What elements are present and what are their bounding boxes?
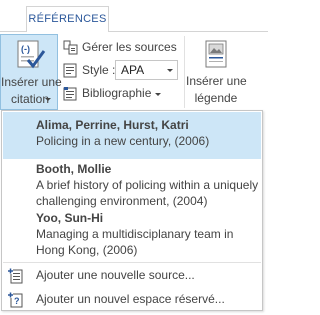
- ribbon-group-separator: [184, 36, 185, 108]
- add-placeholder-label: Ajouter un nouvel espace réservé...: [36, 292, 225, 306]
- citation-author: Yoo, Sun-Hi: [36, 211, 104, 225]
- citation-item[interactable]: Booth, Mollie A brief history of policin…: [3, 159, 261, 210]
- manage-sources-label: Gérer les sources: [82, 40, 177, 54]
- insert-citation-label-line1: Insérer une: [1, 75, 62, 89]
- bibliography-icon: [63, 87, 77, 101]
- insert-caption-icon: [205, 40, 227, 68]
- style-row: Style : APA: [63, 60, 181, 81]
- citation-title: Managing a multidisciplanary team in Hon…: [36, 227, 234, 257]
- citation-title: Policing in a new century, (2006): [36, 134, 210, 148]
- insert-citation-icon: (-): [17, 40, 46, 69]
- add-placeholder-icon: ?: [8, 292, 23, 308]
- svg-text:(-): (-): [21, 44, 30, 54]
- insert-citation-button[interactable]: (-) Insérer une citation: [0, 34, 62, 110]
- tab-references[interactable]: RÉFÉRENCES: [26, 6, 109, 32]
- add-source-label: Ajouter une nouvelle source...: [36, 268, 195, 282]
- style-icon: [63, 63, 77, 78]
- insert-caption-button[interactable]: Insérer une légende: [186, 34, 247, 110]
- ribbon-tabstrip: RÉFÉRENCES: [0, 0, 268, 32]
- citation-author: Alima, Perrine, Hurst, Katri: [36, 118, 189, 132]
- chevron-down-icon: [45, 98, 51, 101]
- add-placeholder-menu-item[interactable]: ? Ajouter un nouvel espace réservé...: [3, 289, 261, 311]
- citation-dropdown: Alima, Perrine, Hurst, Katri Policing in…: [1, 110, 263, 311]
- bibliography-label: Bibliographie: [82, 86, 152, 100]
- manage-sources-button[interactable]: Gérer les sources: [63, 39, 181, 58]
- insert-caption-label-line2: légende: [194, 91, 238, 105]
- insert-caption-label-line1: Insérer une: [186, 74, 247, 88]
- chevron-down-icon: [167, 69, 173, 72]
- style-select[interactable]: APA: [115, 60, 178, 80]
- style-label: Style :: [82, 63, 116, 77]
- citation-item[interactable]: Yoo, Sun-Hi Managing a multidisciplanary…: [3, 210, 261, 260]
- chevron-down-icon: [155, 93, 161, 96]
- style-select-value: APA: [121, 63, 145, 77]
- add-source-icon: [8, 268, 23, 284]
- menu-separator: [3, 262, 261, 263]
- add-source-menu-item[interactable]: Ajouter une nouvelle source...: [3, 265, 261, 287]
- svg-text:?: ?: [14, 296, 20, 306]
- manage-sources-icon: [63, 40, 78, 55]
- word-references-ribbon: RÉFÉRENCES (-) Insérer une citation Gére…: [0, 0, 268, 315]
- ribbon-group-citations: (-) Insérer une citation Gérer les sourc…: [0, 32, 268, 110]
- bibliography-button[interactable]: Bibliographie: [63, 85, 168, 104]
- citation-title: A brief history of policing within a uni…: [36, 178, 259, 208]
- citation-author: Booth, Mollie: [36, 162, 112, 176]
- citation-item[interactable]: Alima, Perrine, Hurst, Katri Policing in…: [3, 112, 261, 159]
